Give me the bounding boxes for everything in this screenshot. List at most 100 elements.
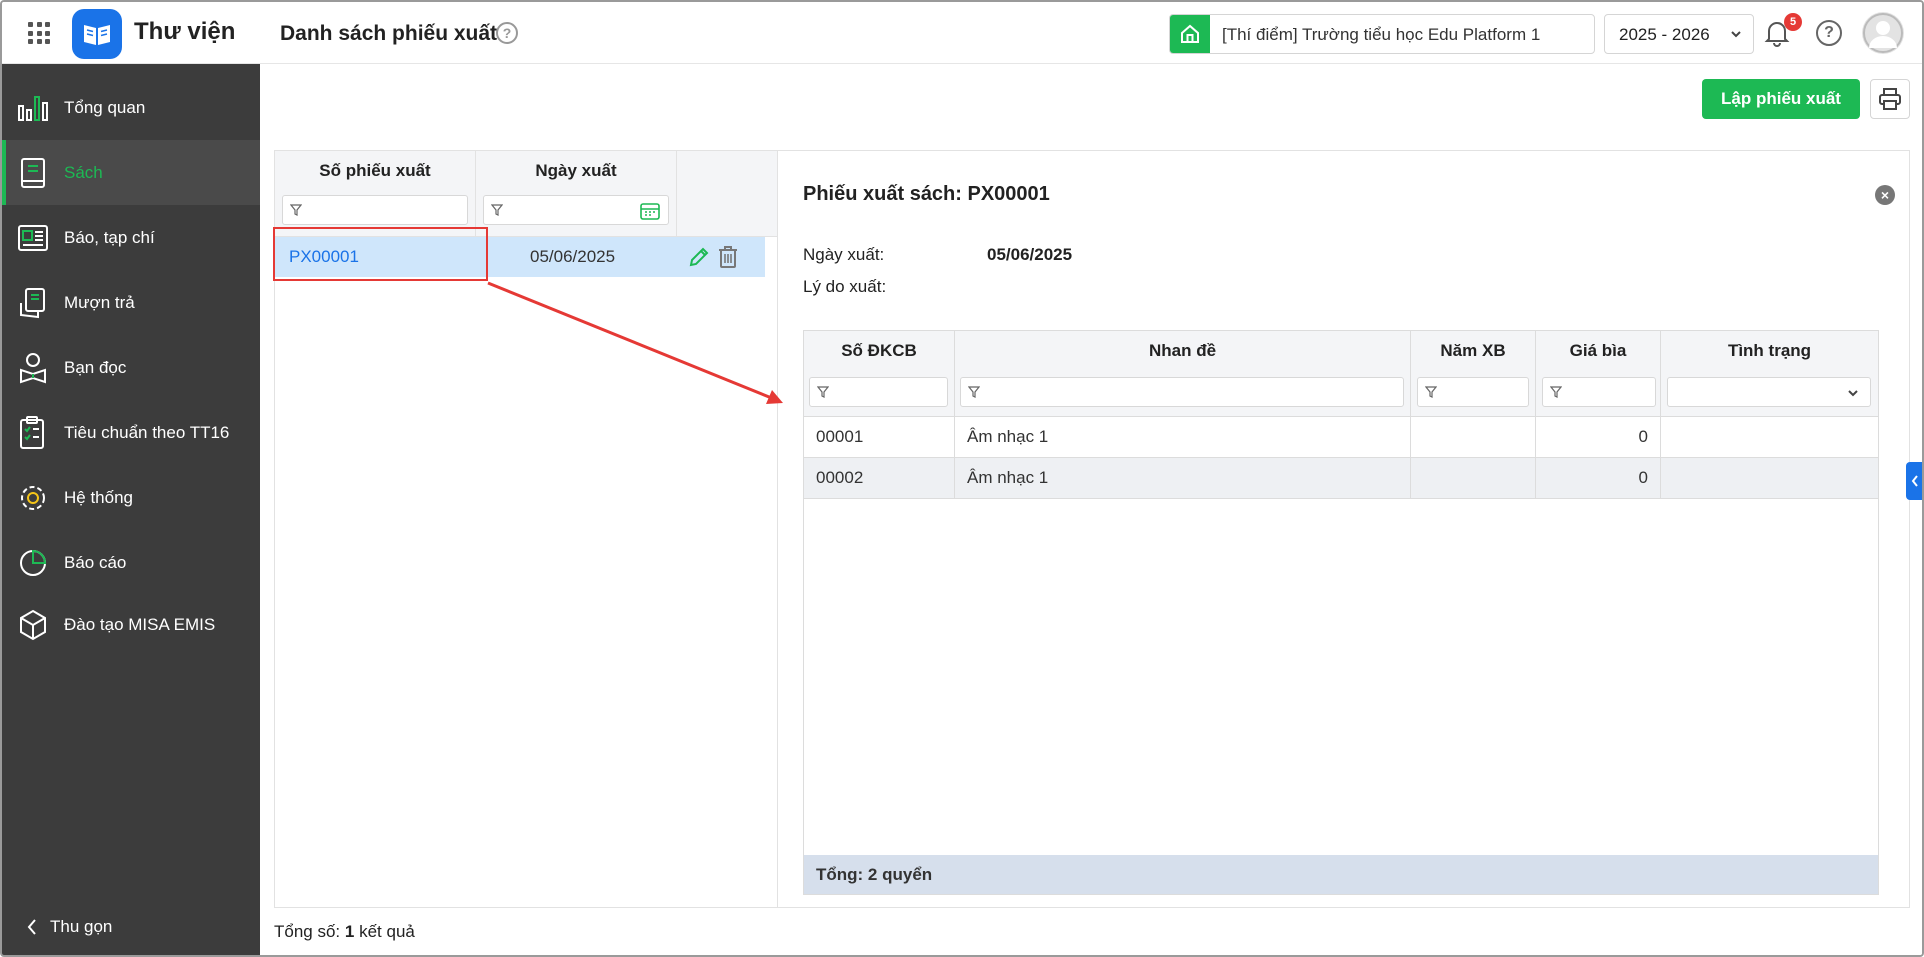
column-header: Năm XB	[1440, 341, 1506, 360]
table-total: Tổng: 2 quyển	[804, 855, 1878, 894]
total-count: 1	[344, 922, 355, 941]
code-filter-input[interactable]	[282, 195, 468, 225]
app-name: Thư viện	[134, 18, 236, 45]
table-header: Số ĐKCB Nhan đề Năm XB Giá bìa Tình trạn…	[804, 331, 1878, 417]
sidebar-item-overview[interactable]: Tổng quan	[2, 75, 260, 140]
sidebar-item-label: Tổng quan	[64, 97, 146, 117]
sidebar-item-readers[interactable]: Bạn đọc	[2, 335, 260, 400]
filter-icon	[491, 204, 503, 216]
status-filter-select[interactable]	[1667, 377, 1871, 407]
sidebar-item-label: Bạn đọc	[64, 357, 127, 377]
print-button[interactable]	[1870, 79, 1910, 119]
chevron-down-icon	[1848, 390, 1858, 397]
status-cell	[1661, 417, 1878, 457]
apps-grid-icon[interactable]	[28, 22, 50, 44]
hand-book-icon	[16, 286, 50, 320]
newspaper-icon	[16, 221, 50, 255]
checklist-icon	[16, 415, 50, 450]
sidebar-item-label: Hệ thống	[64, 487, 133, 507]
cube-icon	[16, 608, 50, 642]
filter-icon	[817, 386, 829, 398]
book-icon	[16, 156, 50, 190]
column-header: Giá bìa	[1569, 341, 1627, 360]
sidebar-item-newspapers[interactable]: Báo, tạp chí	[2, 205, 260, 270]
calendar-icon[interactable]	[640, 202, 660, 220]
sidebar: Tổng quan Sách Báo, tạp chí Mượn trả Bạn…	[2, 64, 260, 955]
printer-icon	[1879, 88, 1901, 110]
filter-icon	[1550, 386, 1562, 398]
collapse-label: Thu gọn	[50, 917, 113, 936]
close-detail-button[interactable]: ×	[1875, 185, 1895, 205]
column-date: Ngày xuất	[476, 151, 677, 237]
edit-icon[interactable]	[687, 245, 711, 269]
annotation-highlight	[273, 227, 488, 281]
price-cell: 0	[1536, 417, 1661, 457]
chevron-left-icon	[1911, 475, 1918, 487]
app-window: Thư viện Danh sách phiếu xuất ? [Thí điể…	[0, 0, 1924, 957]
column-header: Tình trạng	[1727, 341, 1812, 360]
pub-year-cell	[1411, 458, 1536, 498]
sidebar-item-books[interactable]: Sách	[2, 140, 260, 205]
school-selector[interactable]: [Thí điểm] Trường tiểu học Edu Platform …	[1169, 14, 1595, 54]
reg-number-cell: 00002	[804, 458, 955, 498]
detail-title: Phiếu xuất sách: PX00001	[803, 183, 1050, 205]
pub-year-filter[interactable]	[1417, 377, 1529, 407]
column-title: Nhan đề	[955, 331, 1411, 416]
chart-bars-icon	[16, 91, 50, 125]
export-date: 05/06/2025	[530, 247, 616, 266]
sidebar-item-label: Tiêu chuẩn theo TT16	[64, 422, 230, 442]
export-panel: Số phiếu xuất Ngày xuất PX00001 05/06/20…	[273, 150, 1910, 908]
column-header: Số phiếu xuất	[319, 161, 431, 180]
export-date-label: Ngày xuất:	[803, 245, 885, 264]
total-suffix: kết quả	[359, 922, 415, 941]
sidebar-item-label: Báo, tạp chí	[64, 227, 155, 247]
sidebar-item-training[interactable]: Đào tạo MISA EMIS	[2, 592, 260, 657]
notification-badge: 5	[1784, 13, 1802, 31]
chevron-down-icon	[1731, 31, 1741, 38]
total-prefix: Tổng số:	[274, 922, 341, 941]
sidebar-item-label: Đào tạo MISA EMIS	[64, 614, 216, 634]
main-content: Lập phiếu xuất Số phiếu xuất Ngày xuất P…	[260, 64, 1922, 955]
sidebar-item-borrow-return[interactable]: Mượn trả	[2, 270, 260, 335]
column-reg-number: Số ĐKCB	[804, 331, 955, 416]
title-filter[interactable]	[960, 377, 1404, 407]
school-name: [Thí điểm] Trường tiểu học Edu Platform …	[1222, 25, 1541, 44]
right-panel-toggle[interactable]	[1906, 462, 1922, 500]
title-cell: Âm nhạc 1	[955, 417, 1411, 457]
sidebar-item-label: Báo cáo	[64, 552, 127, 572]
page-help-icon[interactable]: ?	[496, 22, 518, 44]
trash-icon[interactable]	[717, 245, 739, 269]
price-filter[interactable]	[1542, 377, 1656, 407]
date-filter-input[interactable]	[483, 195, 669, 225]
filter-icon	[290, 204, 302, 216]
page-title: Danh sách phiếu xuất	[280, 22, 498, 45]
export-reason-label: Lý do xuất:	[803, 277, 887, 296]
table-row[interactable]: 00001 Âm nhạc 1 0	[804, 417, 1878, 458]
help-icon[interactable]: ?	[1816, 20, 1842, 46]
school-year-select[interactable]: 2025 - 2026	[1604, 14, 1754, 54]
sidebar-item-reports[interactable]: Báo cáo	[2, 530, 260, 595]
list-total: Tổng số: 1 kết quả	[274, 922, 415, 942]
chevron-left-icon	[27, 919, 36, 935]
pub-year-cell	[1411, 417, 1536, 457]
column-status: Tình trạng	[1661, 331, 1878, 416]
reg-number-cell: 00001	[804, 417, 955, 457]
column-header: Ngày xuất	[535, 161, 617, 180]
table-row[interactable]: 00002 Âm nhạc 1 0	[804, 458, 1878, 499]
pie-chart-icon	[16, 546, 50, 580]
avatar[interactable]	[1862, 12, 1904, 54]
gear-icon	[16, 481, 50, 515]
reg-number-filter[interactable]	[809, 377, 948, 407]
sidebar-item-tt16-standards[interactable]: Tiêu chuẩn theo TT16	[2, 400, 260, 465]
sidebar-item-system[interactable]: Hệ thống	[2, 465, 260, 530]
title-cell: Âm nhạc 1	[955, 458, 1411, 498]
price-cell: 0	[1536, 458, 1661, 498]
sidebar-collapse-button[interactable]: Thu gọn	[26, 917, 112, 937]
library-logo-icon	[72, 9, 122, 59]
school-home-icon	[1170, 15, 1210, 53]
status-cell	[1661, 458, 1878, 498]
create-export-button[interactable]: Lập phiếu xuất	[1702, 79, 1860, 119]
school-year-value: 2025 - 2026	[1619, 25, 1710, 44]
sidebar-item-label: Mượn trả	[64, 292, 135, 312]
column-price: Giá bìa	[1536, 331, 1661, 416]
